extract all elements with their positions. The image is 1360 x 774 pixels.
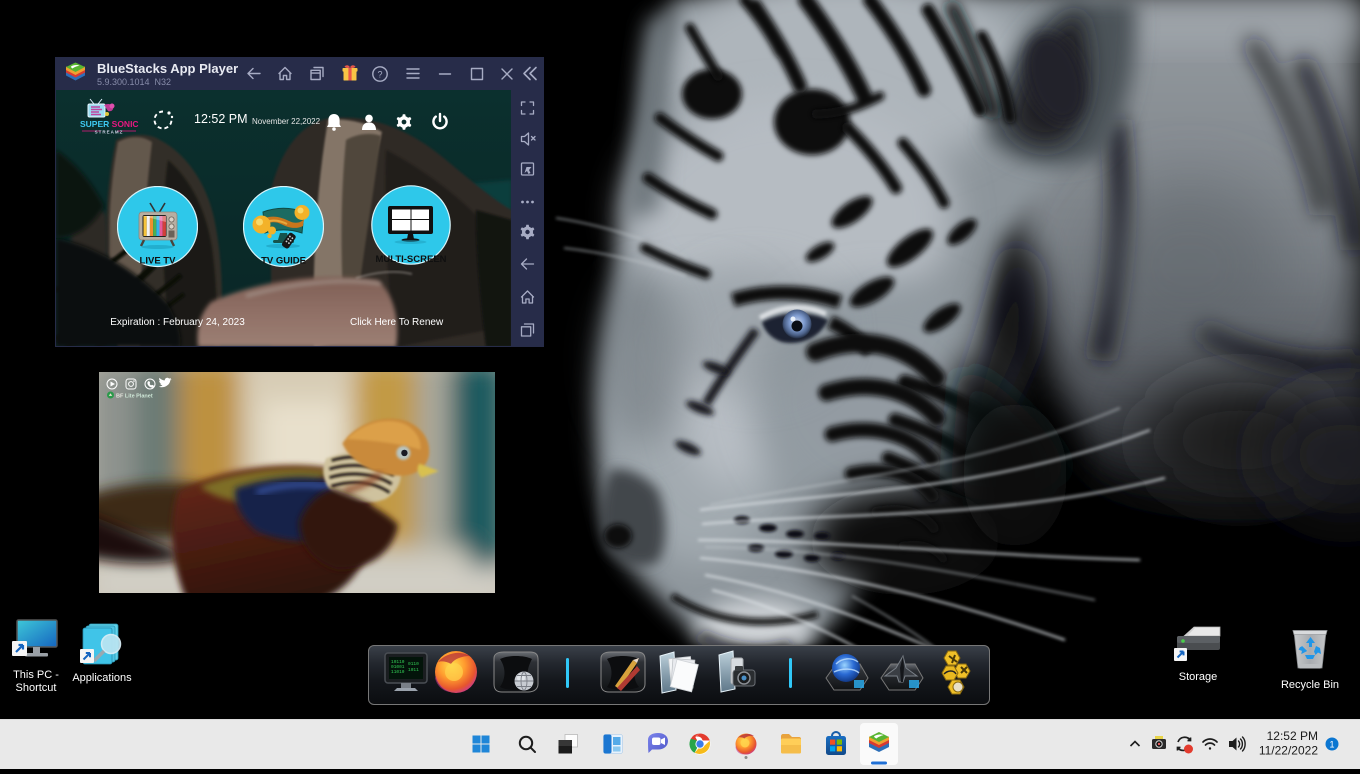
svg-text:11/22/2022: 11/22/2022 bbox=[1259, 744, 1318, 758]
svg-text:SUPER SONIC: SUPER SONIC bbox=[80, 119, 139, 129]
svg-text:1011: 1011 bbox=[408, 667, 419, 673]
svg-text:?: ? bbox=[377, 69, 382, 79]
svg-text:12:52 PM: 12:52 PM bbox=[1267, 729, 1318, 743]
svg-text:1: 1 bbox=[1329, 740, 1334, 750]
svg-text:LIVE TV: LIVE TV bbox=[140, 256, 177, 267]
svg-text:5.9.300.1014 N32: 5.9.300.1014 N32 bbox=[97, 77, 171, 87]
svg-text:MULTI-SCREEN: MULTI-SCREEN bbox=[375, 254, 446, 265]
svg-text:STREAMZ: STREAMZ bbox=[95, 130, 124, 135]
svg-text:BlueStacks App Player: BlueStacks App Player bbox=[97, 61, 238, 76]
svg-text:0110: 0110 bbox=[408, 661, 419, 667]
svg-text:11010: 11010 bbox=[391, 669, 405, 675]
svg-text:BF Lite Planet: BF Lite Planet bbox=[116, 394, 153, 400]
svg-text:TV GUIDE: TV GUIDE bbox=[261, 256, 306, 267]
